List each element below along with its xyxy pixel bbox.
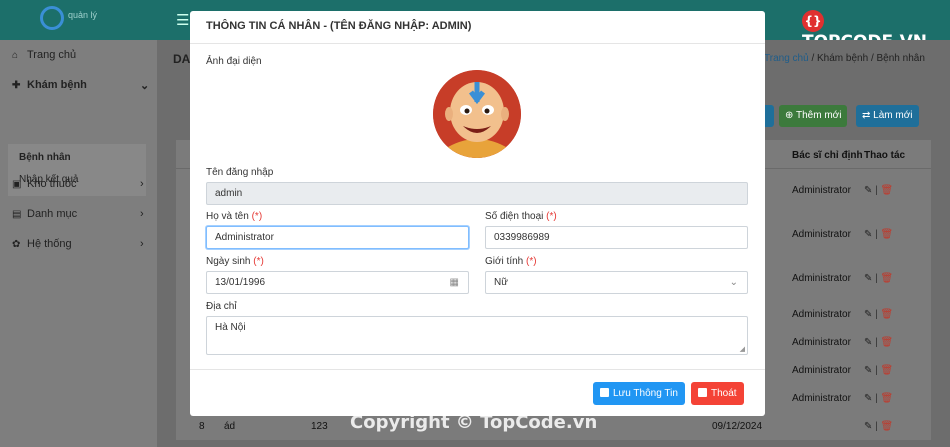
sidebar-item-home[interactable]: ⌂ Trang chủ — [12, 49, 76, 61]
breadcrumb-kham-benh[interactable]: Khám bệnh — [817, 53, 868, 64]
gender-select[interactable]: Nữ ⌄ — [485, 271, 748, 294]
breadcrumb-benh-nhan: Bệnh nhân — [876, 53, 925, 64]
required-marker: (*) — [253, 256, 264, 267]
floppy-disk-icon — [600, 388, 609, 397]
table-cell-doctor: Administrator — [792, 185, 851, 196]
breadcrumb-home[interactable]: Trang chủ — [764, 53, 809, 64]
resize-handle-icon[interactable]: ◢ — [740, 345, 745, 353]
trash-icon[interactable]: 🗑 — [881, 365, 894, 376]
calendar-icon[interactable]: ▦ — [450, 272, 459, 293]
address-label: Địa chỉ — [206, 301, 237, 312]
edit-icon[interactable]: ✎ — [864, 421, 872, 432]
sidebar-item-he-thong[interactable]: ✿ Hệ thống › — [12, 238, 144, 250]
list-icon: ▤ — [12, 209, 22, 220]
edit-icon[interactable]: ✎ — [864, 337, 872, 348]
fullname-label: Họ và tên (*) — [206, 211, 263, 222]
watermark: Copyright © TopCode.vn — [350, 412, 598, 433]
table-cell-doctor: Administrator — [792, 365, 851, 376]
username-label: Tên đăng nhập — [206, 167, 274, 178]
table-cell-doctor: Administrator — [792, 273, 851, 284]
menu-toggle-icon[interactable]: ☰ — [176, 11, 189, 29]
avatar-label: Ảnh đại diện — [206, 56, 262, 67]
profile-modal: THÔNG TIN CÁ NHÂN - (TÊN ĐĂNG NHẬP: ADMI… — [190, 11, 765, 416]
table-cell-date: 09/12/2024 — [712, 421, 763, 432]
trash-icon[interactable]: 🗑 — [881, 393, 894, 404]
page-title: DA — [173, 52, 191, 66]
modal-title: THÔNG TIN CÁ NHÂN - (TÊN ĐĂNG NHẬP: ADMI… — [190, 11, 765, 44]
refresh-button[interactable]: ⇄ Làm mới — [856, 105, 919, 127]
trash-icon[interactable]: 🗑 — [881, 273, 894, 284]
row-actions: ✎ | 🗑 — [864, 421, 894, 432]
exit-button[interactable]: Thoát — [691, 382, 744, 405]
chevron-down-icon: ⌄ — [729, 277, 738, 288]
sidebar-item-kho-thuoc[interactable]: ▣ Kho thuốc › — [12, 178, 144, 190]
table-cell-code: 123 — [311, 421, 328, 432]
chevron-right-icon: › — [140, 178, 144, 190]
edit-icon[interactable]: ✎ — [864, 229, 872, 240]
username-field: admin — [206, 182, 748, 205]
trash-icon[interactable]: 🗑 — [881, 337, 894, 348]
home-icon: ⌂ — [12, 50, 19, 61]
table-cell-doctor: Administrator — [792, 229, 851, 240]
chevron-right-icon: › — [140, 208, 144, 220]
address-field[interactable]: Hà Nội ◢ — [206, 316, 748, 355]
edit-icon[interactable]: ✎ — [864, 393, 872, 404]
birthdate-field[interactable]: 13/01/1996 ▦ — [206, 271, 469, 294]
trash-icon[interactable]: 🗑 — [881, 309, 894, 320]
table-cell-doctor: Administrator — [792, 337, 851, 348]
sidebar-item-danh-muc[interactable]: ▤ Danh mục › — [12, 208, 144, 220]
modal-footer: Lưu Thông Tin Thoát — [190, 369, 765, 416]
breadcrumb: Trang chủ / Khám bệnh / Bệnh nhân — [764, 53, 925, 64]
sidebar: ⌂ Trang chủ ✚ Khám bệnh ⌄ Bệnh nhân Nhập kế… — [0, 40, 157, 447]
sidebar-sub-benh-nhan[interactable]: Bệnh nhân — [19, 152, 71, 163]
trash-icon[interactable]: 🗑 — [881, 421, 894, 432]
logo-text: quản lý — [68, 10, 98, 20]
edit-icon[interactable]: ✎ — [864, 273, 872, 284]
phone-field[interactable]: 0339986989 — [485, 226, 748, 249]
required-marker: (*) — [251, 211, 263, 222]
required-marker: (*) — [526, 256, 537, 267]
row-actions: ✎ | 🗑 — [864, 229, 894, 240]
birthdate-label: Ngày sinh (*) — [206, 256, 264, 267]
save-button[interactable]: Lưu Thông Tin — [593, 382, 685, 405]
close-icon — [698, 388, 707, 397]
phone-label: Số điện thoại (*) — [485, 211, 557, 222]
chevron-down-icon: ⌄ — [140, 80, 150, 92]
row-actions: ✎ | 🗑 — [864, 365, 894, 376]
edit-icon[interactable]: ✎ — [864, 185, 872, 196]
trash-icon[interactable]: 🗑 — [881, 185, 894, 196]
refresh-icon: ⇄ — [862, 110, 874, 121]
fullname-field[interactable]: Administrator — [206, 226, 469, 249]
column-header-doctor: Bác sĩ chỉ định — [792, 150, 863, 161]
sidebar-item-kham-benh[interactable]: ✚ Khám bệnh ⌄ — [12, 79, 149, 92]
table-cell-name: ád — [224, 421, 236, 432]
gender-label: Giới tính (*) — [485, 256, 537, 267]
required-marker: (*) — [546, 211, 557, 222]
gear-icon: ✿ — [12, 239, 21, 250]
table-cell-doctor: Administrator — [792, 309, 851, 320]
plus-circle-icon: ⊕ — [785, 110, 796, 121]
modal-body: Ảnh đại diện Tên đăng nhập admin Họ và t… — [190, 44, 765, 368]
logo — [40, 6, 64, 30]
trash-icon[interactable]: 🗑 — [881, 229, 894, 240]
table-cell-doctor: Administrator — [792, 393, 851, 404]
edit-icon[interactable]: ✎ — [864, 365, 872, 376]
box-icon: ▣ — [12, 179, 22, 190]
avatar[interactable] — [433, 70, 521, 158]
row-actions: ✎ | 🗑 — [864, 273, 894, 284]
stethoscope-icon: ✚ — [12, 80, 21, 91]
chevron-right-icon: › — [140, 238, 144, 250]
row-actions: ✎ | 🗑 — [864, 309, 894, 320]
row-actions: ✎ | 🗑 — [864, 185, 894, 196]
add-button[interactable]: ⊕ Thêm mới — [779, 105, 848, 127]
edit-icon[interactable]: ✎ — [864, 309, 872, 320]
row-actions: ✎ | 🗑 — [864, 337, 894, 348]
column-header-actions: Thao tác — [864, 150, 906, 161]
row-actions: ✎ | 🗑 — [864, 393, 894, 404]
table-cell-stt: 8 — [199, 421, 205, 432]
